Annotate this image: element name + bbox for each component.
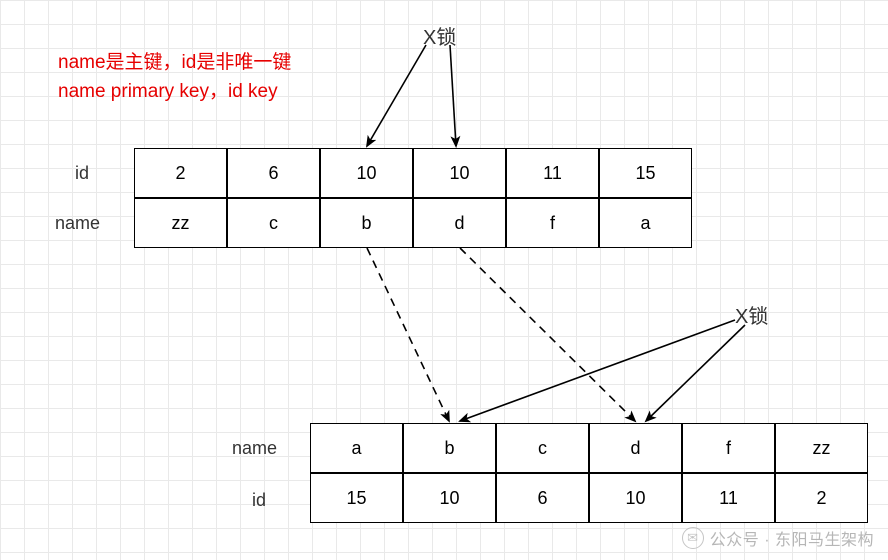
- table2-r2c6: 2: [775, 473, 868, 523]
- watermark-text: 公众号 · 东阳马生架构: [710, 526, 874, 550]
- arrow-bottom-lock-to-name-d: [646, 325, 745, 421]
- wechat-icon: ✉: [682, 527, 704, 549]
- note-line1: name是主键，id是非唯一键: [58, 48, 291, 77]
- diagram-layer: name是主键，id是非唯一键 name primary key，id key …: [0, 0, 888, 560]
- table1-r2c3: b: [320, 198, 413, 248]
- arrow-top-lock-to-id10-right: [450, 45, 456, 146]
- arrow-bottom-lock-to-name-b: [460, 320, 735, 421]
- table2-r1c5: f: [682, 423, 775, 473]
- table1-r1c3: 10: [320, 148, 413, 198]
- table2-r1c4: d: [589, 423, 682, 473]
- table1-r1c1: 2: [134, 148, 227, 198]
- schema-note: name是主键，id是非唯一键 name primary key，id key: [58, 48, 291, 107]
- table2-r2c1: 15: [310, 473, 403, 523]
- table2-r1c2: b: [403, 423, 496, 473]
- table1-r2c4: d: [413, 198, 506, 248]
- table1-r1c5: 11: [506, 148, 599, 198]
- table1-r2c5: f: [506, 198, 599, 248]
- x-lock-label-bottom: X锁: [735, 300, 768, 329]
- table1-r1c2: 6: [227, 148, 320, 198]
- table2-row1-header: name: [232, 438, 277, 459]
- arrow-top-lock-to-id10-left: [367, 45, 426, 146]
- dashed-arrow-b-to-b: [367, 248, 449, 421]
- table1-r2c2: c: [227, 198, 320, 248]
- note-line2: name primary key，id key: [58, 77, 291, 106]
- dashed-arrow-d-to-d: [460, 248, 635, 421]
- table2-r1c1: a: [310, 423, 403, 473]
- table1-r2c6: a: [599, 198, 692, 248]
- table1-r2c1: zz: [134, 198, 227, 248]
- table1-row2-header: name: [55, 213, 100, 234]
- watermark: ✉ 公众号 · 东阳马生架构: [682, 526, 874, 550]
- table2-r2c3: 6: [496, 473, 589, 523]
- table2-r2c2: 10: [403, 473, 496, 523]
- table2-r2c4: 10: [589, 473, 682, 523]
- x-lock-label-top: X锁: [423, 21, 456, 50]
- table2-r1c6: zz: [775, 423, 868, 473]
- table1-r1c6: 15: [599, 148, 692, 198]
- table2-row2-header: id: [252, 490, 266, 511]
- table1-row1-header: id: [75, 163, 89, 184]
- table1-r1c4: 10: [413, 148, 506, 198]
- table2-r2c5: 11: [682, 473, 775, 523]
- table2-r1c3: c: [496, 423, 589, 473]
